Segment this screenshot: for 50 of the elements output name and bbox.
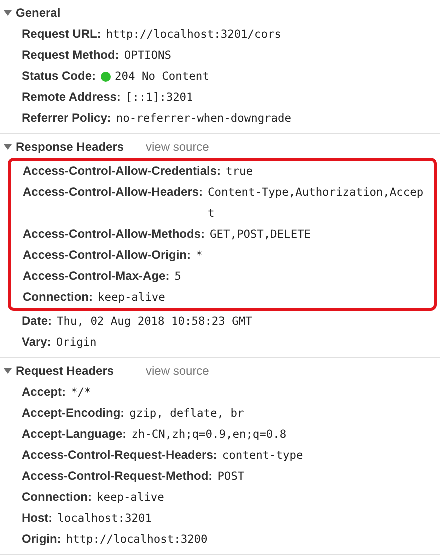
header-name: Vary: [22, 334, 52, 351]
header-value: Thu, 02 Aug 2018 10:58:23 GMT [57, 314, 254, 330]
header-value: no-referrer-when-downgrade [116, 111, 292, 127]
section-title[interactable]: Response Headers [16, 140, 146, 154]
header-value: zh-CN,zh;q=0.9,en;q=0.8 [132, 427, 288, 443]
header-name: Access-Control-Request-Method: [22, 468, 213, 485]
header-name: Host: [22, 510, 53, 527]
header-value: keep-alive [98, 290, 166, 306]
header-name: Access-Control-Max-Age: [23, 268, 170, 285]
header-value: true [226, 164, 254, 180]
section-title[interactable]: Request Headers [16, 364, 146, 378]
section-title[interactable]: General [16, 6, 146, 20]
header-name: Request URL: [22, 26, 102, 43]
header-value: http://localhost:3201/cors [106, 27, 282, 43]
header-name: Referrer Policy: [22, 110, 112, 127]
header-name: Accept: [22, 384, 66, 401]
header-value: gzip, deflate, br [130, 406, 246, 422]
header-value: content-type [222, 448, 304, 464]
header-name: Access-Control-Allow-Credentials: [23, 163, 222, 180]
header-name: Date: [22, 313, 52, 330]
header-name: Access-Control-Allow-Headers: [23, 184, 204, 201]
header-value: Origin [56, 335, 98, 351]
header-value: http://localhost:3200 [66, 532, 209, 548]
header-value: 5 [174, 269, 182, 285]
header-name: Origin: [22, 531, 62, 548]
header-name: Access-Control-Request-Headers: [22, 447, 218, 464]
header-value: localhost:3201 [58, 511, 153, 527]
view-source-link[interactable]: view source [146, 140, 210, 154]
header-value: * [196, 248, 204, 264]
header-name: Request Method: [22, 47, 120, 64]
header-name: Remote Address: [22, 89, 121, 106]
header-name: Connection: [22, 489, 92, 506]
header-value: GET,POST,DELETE [210, 227, 312, 243]
header-value: keep-alive [97, 490, 166, 506]
view-source-link[interactable]: view source [146, 364, 210, 378]
header-name: Accept-Language: [22, 426, 127, 443]
header-name: Accept-Encoding: [22, 405, 125, 422]
header-value: */* [71, 385, 92, 401]
header-value: POST [218, 469, 246, 485]
header-value: OPTIONS [124, 48, 172, 64]
header-value: Content-Type,Authorization,Accept [208, 185, 425, 222]
header-value: [::1]:3201 [126, 90, 194, 106]
header-name: Connection: [23, 289, 93, 306]
triangle-icon[interactable] [4, 9, 12, 17]
header-value: 204 No Content [115, 69, 210, 85]
header-name: Access-Control-Allow-Methods: [23, 226, 206, 243]
header-name: Status Code: [22, 68, 96, 85]
triangle-icon[interactable] [4, 143, 12, 151]
header-name: Access-Control-Allow-Origin: [23, 247, 192, 264]
triangle-icon[interactable] [4, 367, 12, 375]
